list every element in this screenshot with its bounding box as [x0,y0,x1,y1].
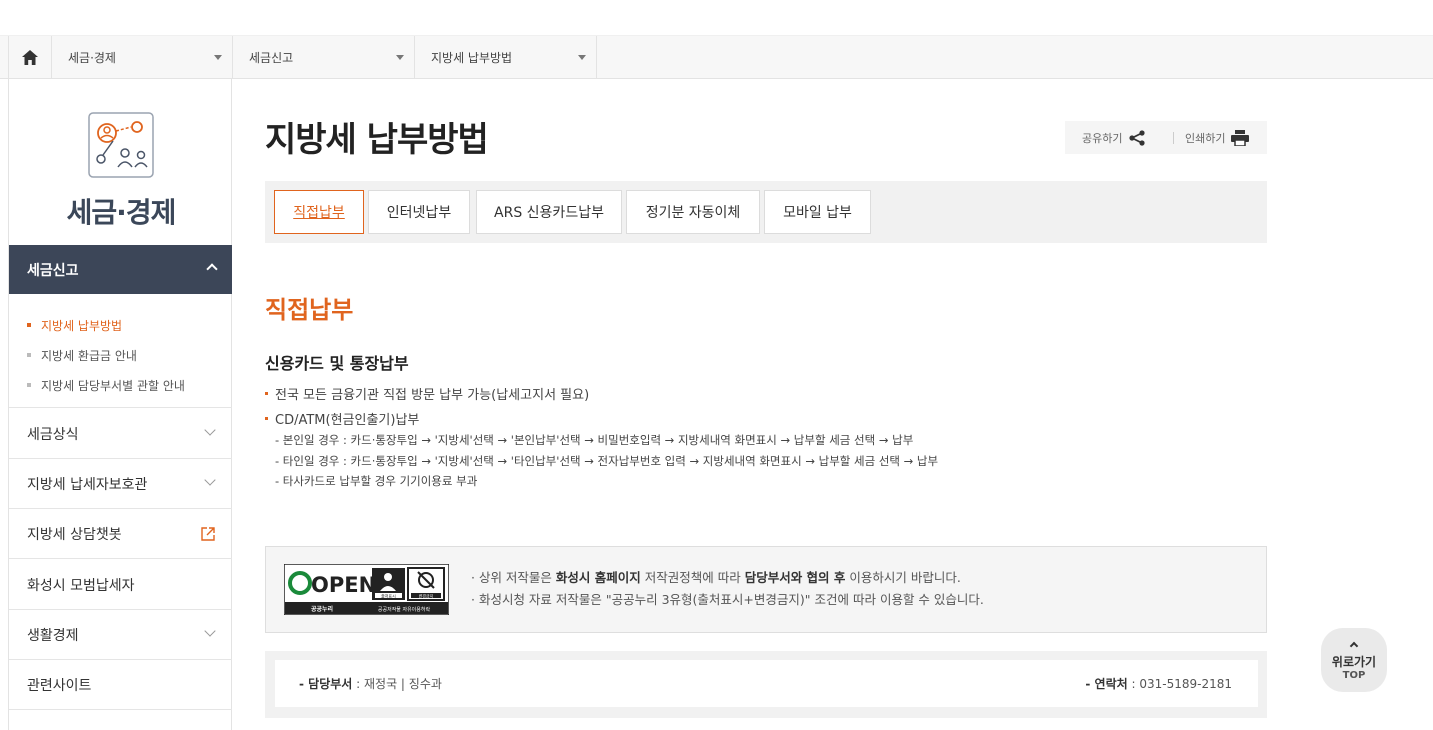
printer-icon [1231,130,1250,146]
sub-title: 신용카드 및 통장납부 [265,354,409,373]
list-item: CD/ATM(현금인출기)납부 [265,409,419,428]
chevron-down-icon [204,424,216,436]
submenu-item-department-guide[interactable]: 지방세 담당부서별 관할 안내 [9,370,232,400]
tab-label: 인터넷납부 [386,205,452,221]
sidebar-item-tax-report[interactable]: 세금신고 [9,245,232,294]
bullet-square-icon [27,383,31,387]
sidebar-title: 세금·경제 [66,196,177,229]
breadcrumb-item-tax-report[interactable]: 세금신고 [233,36,415,79]
submenu-label: 지방세 환급금 안내 [41,348,137,363]
caret-down-icon [396,55,404,60]
svg-text:공공저작물 자유이용허락: 공공저작물 자유이용허락 [378,606,431,613]
divider [1173,132,1174,144]
svg-text:공공누리: 공공누리 [311,605,333,613]
license-text: · 상위 저작물은 화성시 홈페이지 저작권정책에 따라 담당부서와 협의 후 … [471,567,984,611]
license-line-2: · 화성시청 자료 저작물은 "공공누리 3유형(출처표시+변경금지)" 조건에… [471,592,984,607]
breadcrumb: 세금·경제 세금신고 지방세 납부방법 [0,35,1433,79]
scroll-top-label: 위로가기 [1331,655,1377,669]
svg-text:OPEN: OPEN [311,573,376,597]
sidebar-item-taxpayer-protection[interactable]: 지방세 납세자보호관 [9,459,232,509]
share-button[interactable]: 공유하기 [1082,130,1146,146]
tab-internet-payment[interactable]: 인터넷납부 [368,190,470,234]
submenu-label: 지방세 납부방법 [41,318,123,333]
tab-ars-card-payment[interactable]: ARS 신용카드납부 [476,190,622,234]
people-network-icon [88,112,154,178]
arrow-up-icon [1349,641,1359,651]
phone-info: - 연락처 : 031-5189-2181 [1085,677,1232,691]
tab-label: 정기분 자동이체 [645,205,741,221]
breadcrumb-item-tax-economy[interactable]: 세금·경제 [52,36,233,79]
bullet-icon [265,392,268,395]
sidebar-item-label: 세금상식 [27,426,79,443]
chevron-down-icon [204,474,216,486]
home-button[interactable] [8,36,52,79]
print-label: 인쇄하기 [1185,132,1226,145]
submenu-item-refund[interactable]: 지방세 환급금 안내 [9,340,232,370]
contact-inner: - 담당부서 : 재정국 | 징수과 - 연락처 : 031-5189-2181 [275,660,1258,707]
detail-line: - 본인일 경우 : 카드·통장투입 → '지방세'선택 → '본인납부'선택 … [275,433,914,447]
top-strip [0,0,1433,35]
submenu-item-local-tax-payment[interactable]: 지방세 납부방법 [9,310,232,340]
sidebar: 세금·경제 세금신고 지방세 납부방법 지방세 환급금 안내 지방세 담당부서별… [8,79,232,730]
sidebar-item-label: 지방세 납세자보호관 [27,476,148,493]
tab-direct-payment[interactable]: 직접납부 [274,190,364,234]
caret-down-icon [214,55,222,60]
share-icon [1129,130,1146,146]
license-line-1: · 상위 저작물은 화성시 홈페이지 저작권정책에 따라 담당부서와 협의 후 … [471,570,961,585]
sidebar-item-label: 지방세 상담챗봇 [27,526,122,543]
caret-down-icon [578,55,586,60]
kogl-open-logo: OPEN 출처표시 변경금지 공공누리 공공저작물 자유이용허락 [284,564,449,615]
detail-line: - 타인일 경우 : 카드·통장투입 → '지방세'선택 → '타인납부'선택 … [275,454,939,468]
sidebar-item-label: 화성시 모범납세자 [27,577,135,594]
chevron-up-icon [206,263,218,275]
chevron-down-icon [204,625,216,637]
home-icon [22,50,38,65]
sidebar-item-living-economy[interactable]: 생활경제 [9,610,232,660]
list-item-text: 전국 모든 금융기관 직접 방문 납부 가능(납세고지서 필요) [275,388,590,403]
breadcrumb-label: 지방세 납부방법 [431,51,513,65]
scroll-top-button[interactable]: 위로가기 TOP [1321,628,1387,692]
sidebar-item-label: 생활경제 [27,627,79,644]
section-title: 직접납부 [265,296,354,324]
tab-label: 모바일 납부 [783,205,852,221]
svg-text:변경금지: 변경금지 [419,593,434,599]
list-item: 전국 모든 금융기관 직접 방문 납부 가능(납세고지서 필요) [265,384,589,403]
share-label: 공유하기 [1082,132,1123,145]
contact-box: - 담당부서 : 재정국 | 징수과 - 연락처 : 031-5189-2181 [265,651,1267,718]
bullet-square-icon [27,323,31,327]
bullet-icon [265,417,268,420]
sidebar-submenu: 지방세 납부방법 지방세 환급금 안내 지방세 담당부서별 관할 안내 [9,294,232,408]
submenu-label: 지방세 담당부서별 관할 안내 [41,378,185,393]
sidebar-item-related-sites[interactable]: 관련사이트 [9,660,232,710]
detail-line: - 타사카드로 납부할 경우 기기이용료 부과 [275,474,478,488]
bullet-square-icon [27,353,31,357]
sidebar-item-chatbot[interactable]: 지방세 상담챗봇 [9,509,232,559]
tab-label: ARS 신용카드납부 [494,205,604,221]
sidebar-item-label: 세금신고 [27,262,79,279]
scroll-top-sub: TOP [1342,670,1366,681]
external-link-icon [201,527,215,541]
breadcrumb-label: 세금·경제 [68,51,116,65]
tab-auto-transfer[interactable]: 정기분 자동이체 [626,190,760,234]
utility-bar: 공유하기 인쇄하기 [1065,121,1267,154]
svg-text:출처표시: 출처표시 [381,593,396,599]
page-title: 지방세 납부방법 [265,120,489,160]
tab-label: 직접납부 [293,205,345,221]
sidebar-item-model-taxpayer[interactable]: 화성시 모범납세자 [9,560,232,610]
tab-mobile-payment[interactable]: 모바일 납부 [764,190,871,234]
breadcrumb-item-local-tax-payment[interactable]: 지방세 납부방법 [415,36,597,79]
list-item-text: CD/ATM(현금인출기)납부 [275,413,420,428]
sidebar-item-label: 관련사이트 [27,677,92,694]
department-info: - 담당부서 : 재정국 | 징수과 [299,677,442,691]
breadcrumb-label: 세금신고 [249,51,294,65]
open-license-box: OPEN 출처표시 변경금지 공공누리 공공저작물 자유이용허락 · 상위 저작… [265,546,1267,633]
tab-bar: 직접납부 인터넷납부 ARS 신용카드납부 정기분 자동이체 모바일 납부 [265,181,1267,243]
print-button[interactable]: 인쇄하기 [1185,130,1250,146]
sidebar-item-tax-knowledge[interactable]: 세금상식 [9,409,232,459]
